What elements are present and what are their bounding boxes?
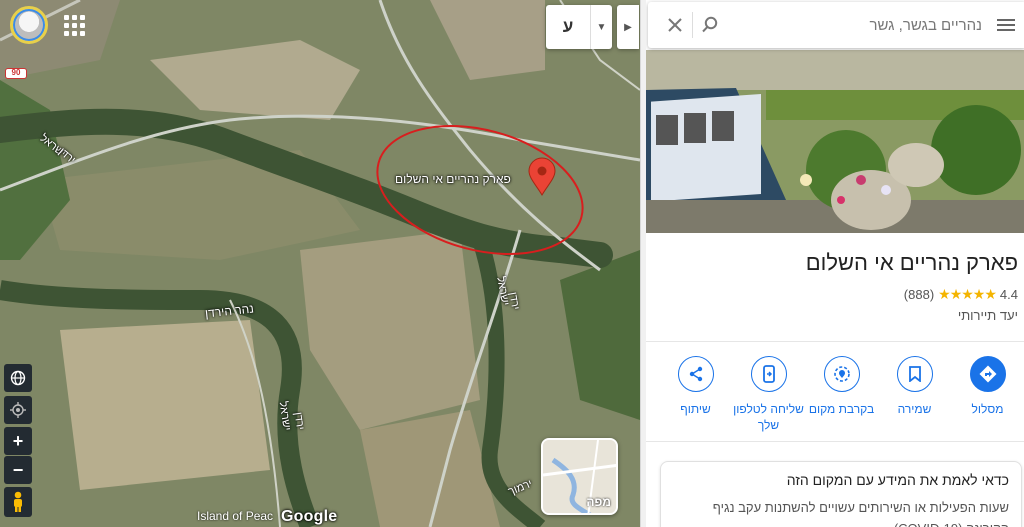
globe-icon [10,370,26,386]
notice-body: שעות הפעילות או השירותים עשויים להשתנות … [712,500,1009,527]
layer-label: מפה [586,495,611,509]
send-to-phone-label: שליחה לטלפון שלך [733,402,804,432]
road-label-jordan-low: ירדן [291,411,307,431]
search-button[interactable] [693,8,727,42]
menu-icon[interactable] [986,19,1024,31]
nearby-icon [823,356,860,392]
park-photo-image [646,50,1024,233]
chevron-right-icon: ▶ [624,21,632,33]
my-location-button[interactable] [4,396,32,424]
send-to-phone-icon [750,356,787,392]
rating-value: 4.4 [999,287,1018,302]
zoom-in-icon: + [12,430,24,451]
search-input[interactable]: נהריים בגשר, גשר [727,17,986,34]
star-rating-icon: ★★★★★ [938,286,997,302]
map-layer-toggle[interactable]: מפה [541,438,618,515]
street-view-button[interactable] [4,487,32,517]
close-icon [668,18,682,32]
share-button[interactable]: שיתוף [659,356,732,433]
language-letter: ע [562,17,574,36]
zoom-in-button[interactable]: + [4,427,32,455]
directions-label: מסלול [971,402,1004,416]
save-label: שמירה [897,402,932,416]
user-avatar[interactable] [10,6,48,44]
share-icon [677,356,714,392]
satellite-map[interactable]: פארק נהריים אי השלום ישראל ירדן נהר הירד… [0,0,640,527]
clear-search-button[interactable] [658,8,692,42]
divider [646,441,1024,442]
covid-notice-card: כדאי לאמת את המידע עם המקום הזה שעות הפע… [660,461,1022,527]
collapse-panel-button[interactable]: ▶ [617,5,639,49]
chevron-down-icon[interactable]: ▼ [590,5,612,49]
nearby-label: בקרבת מקום [808,402,875,416]
share-label: שיתוף [680,402,711,416]
apps-grid-icon[interactable] [60,10,86,36]
input-language-selector[interactable]: ע ▼ [546,5,612,49]
place-panel: נהריים בגשר, גשר פארק נהריים אי השלום 4.… [646,0,1024,527]
send-to-phone-button[interactable]: שליחה לטלפון שלך [732,356,805,433]
bookmark-icon [896,356,933,392]
compass-icon [10,402,26,418]
place-category[interactable]: יעד תיירותי [958,308,1018,323]
route-shield: 90 [5,68,27,79]
google-logo: Google [281,508,338,525]
directions-button[interactable]: מסלול [951,356,1024,433]
zoom-out-icon: − [12,459,24,480]
nearby-button[interactable]: בקרבת מקום [805,356,878,433]
place-photo[interactable] [646,50,1024,233]
divider [646,341,1024,342]
rating-row: 4.4 ★★★★★ (888) [904,286,1018,303]
search-divider [692,12,693,38]
map-pin-label: פארק נהריים אי השלום [395,172,511,186]
zoom-out-button[interactable]: − [4,456,32,484]
search-box[interactable]: נהריים בגשר, גשר [648,2,1024,48]
search-icon [702,16,718,33]
directions-icon [969,356,1006,392]
notice-title: כדאי לאמת את המידע עם המקום הזה [786,472,1009,488]
save-button[interactable]: שמירה [878,356,951,433]
action-bar: מסלול שמירה בקרבת מקום שליחה לטלפון שלך … [646,356,1024,433]
maps-app: פארק נהריים אי השלום ישראל ירדן נהר הירד… [0,0,1024,527]
pegman-icon [14,491,22,512]
review-count[interactable]: (888) [904,287,934,302]
map-attribution: Island of Peac [197,509,274,523]
place-title: פארק נהריים אי השלום [805,250,1018,275]
globe-view-button[interactable] [4,364,32,392]
